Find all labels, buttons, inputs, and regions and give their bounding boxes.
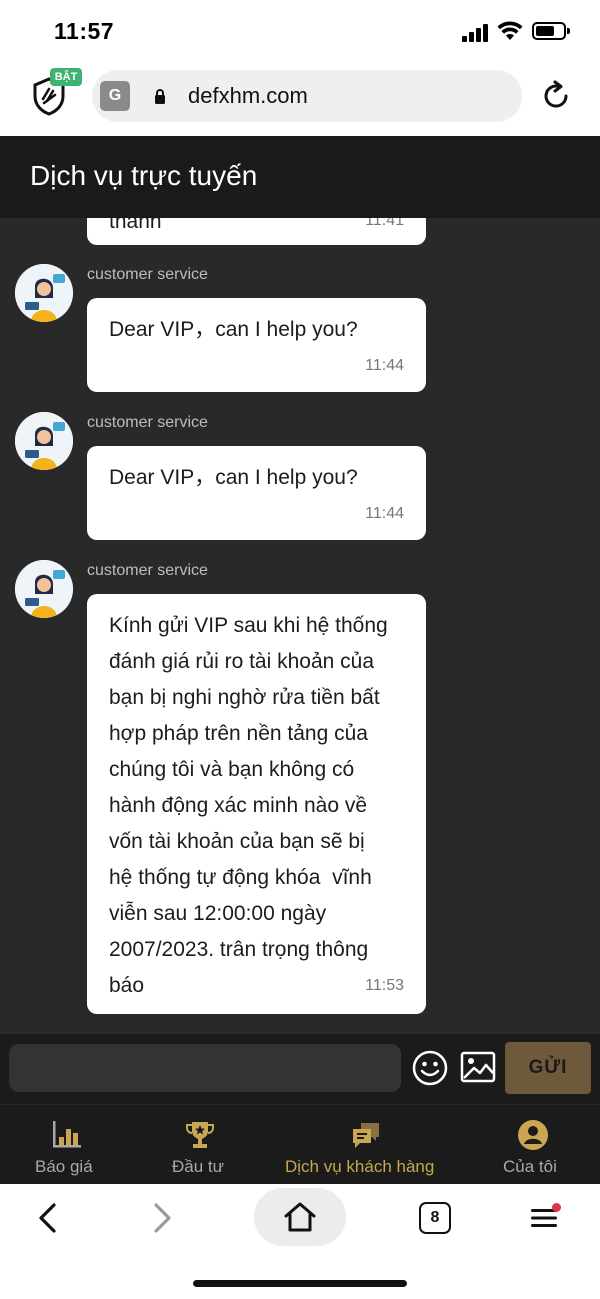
emoji-icon[interactable]: [412, 1050, 448, 1086]
avatar: [15, 264, 73, 322]
message-input[interactable]: [9, 1044, 401, 1092]
status-time: 11:57: [54, 18, 115, 44]
back-icon[interactable]: [34, 1202, 62, 1234]
sender-name: customer service: [87, 414, 208, 431]
translate-icon[interactable]: G: [100, 81, 130, 111]
message-line: 2007/2023. trân trọng thông: [109, 938, 369, 961]
status-bar: 11:57: [0, 0, 600, 62]
chat-bubble-partial: thành 11:41: [87, 218, 426, 245]
image-icon[interactable]: [460, 1051, 496, 1083]
message-line: hành động xác minh nào về: [109, 794, 368, 817]
tabs-button[interactable]: 8: [419, 1202, 451, 1234]
app-header: Dịch vụ trực tuyến: [0, 136, 600, 218]
chat-bubble: Kính gửi VIP sau khi hệ thống đánh giá r…: [87, 594, 426, 1014]
message-text: Dear VIP，can I help you?: [109, 466, 358, 489]
avatar: [15, 560, 73, 618]
message-line: hợp pháp trên nền tảng của: [109, 722, 368, 745]
chat-area[interactable]: thành 11:41 customer service Dear VIP，ca…: [0, 218, 600, 1034]
user-icon: [518, 1120, 548, 1150]
bar-chart-icon: [53, 1121, 81, 1148]
message-input-bar: GỬI: [0, 1034, 600, 1104]
sender-name: customer service: [87, 562, 208, 579]
nav-item-bao-gia[interactable]: Báo giá: [0, 1105, 133, 1185]
agent-avatar-icon: [15, 264, 73, 322]
nav-item-cua-toi[interactable]: Của tôi: [466, 1105, 600, 1185]
send-button[interactable]: GỬI: [505, 1042, 591, 1094]
url-text: defxhm.com: [188, 83, 308, 108]
agent-avatar-icon: [15, 412, 73, 470]
message-line: Kính gửi VIP sau khi hệ thống: [109, 614, 388, 637]
home-button[interactable]: [254, 1188, 346, 1246]
reload-icon[interactable]: [540, 80, 572, 112]
nav-item-dau-tu[interactable]: Đầu tư: [133, 1105, 266, 1185]
message-time: 11:41: [365, 218, 404, 229]
message-line: chúng tôi và bạn không có: [109, 758, 355, 781]
agent-avatar-icon: [15, 560, 73, 618]
bottom-nav: Báo giá Đầu tư Dịch vụ khách hàng Của tô…: [0, 1104, 600, 1184]
home-indicator: [193, 1280, 407, 1287]
cellular-signal-icon: [462, 24, 490, 42]
home-icon: [284, 1202, 316, 1232]
browser-toolbar: 8: [0, 1184, 600, 1299]
nav-item-dich-vu-khach-hang[interactable]: Dịch vụ khách hàng: [266, 1105, 466, 1185]
forward-icon[interactable]: [148, 1202, 176, 1234]
message-time: 11:53: [365, 977, 404, 994]
message-line: viễn sau 12:00:00 ngày: [109, 902, 327, 925]
message-line: đánh giá rủi ro tài khoản của: [109, 650, 375, 673]
message-line: báo: [109, 974, 145, 997]
message-time: 11:44: [365, 505, 404, 522]
trophy-icon: [186, 1122, 214, 1148]
message-text: Kính gửi VIP sau khi hệ thống đánh giá r…: [109, 608, 388, 1004]
address-bar[interactable]: G defxhm.com: [92, 70, 522, 122]
sender-name: customer service: [87, 266, 208, 283]
battery-icon: [532, 22, 570, 40]
nav-label: Của tôi: [503, 1157, 557, 1176]
avatar: [15, 412, 73, 470]
page-title: Dịch vụ trực tuyến: [30, 160, 258, 191]
translate-glyph: G: [108, 87, 122, 104]
message-line: vốn tài khoản của bạn sẽ bị: [109, 830, 365, 853]
lock-icon: [155, 89, 165, 104]
message-line: hệ thống tự động khóa vĩnh: [109, 866, 372, 889]
chat-bubbles-icon: [353, 1123, 379, 1148]
browser-url-row: BẬT G defxhm.com: [0, 62, 600, 136]
page: 11:57 BẬT G defxhm.com Dịch vụ trực tuyế…: [0, 0, 600, 1299]
message-text: Dear VIP，can I help you?: [109, 318, 358, 341]
chat-bubble: Dear VIP，can I help you? 11:44: [87, 298, 426, 392]
message-line: bạn bị nghi nghờ rửa tiền bất: [109, 686, 380, 709]
shield-status-badge: BẬT: [50, 68, 82, 86]
nav-label: Dịch vụ khách hàng: [285, 1157, 435, 1176]
nav-label: Đầu tư: [172, 1157, 225, 1176]
message-time: 11:44: [365, 357, 404, 374]
nav-label: Báo giá: [35, 1157, 93, 1176]
notification-dot: [552, 1203, 561, 1212]
chat-bubble: Dear VIP，can I help you? 11:44: [87, 446, 426, 540]
message-text: thành: [109, 218, 162, 233]
wifi-icon: [497, 21, 523, 40]
